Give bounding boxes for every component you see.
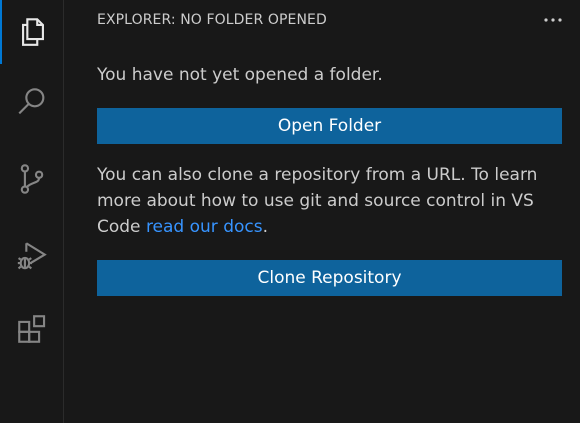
activity-run-debug[interactable] — [0, 224, 64, 288]
read-our-docs-link[interactable]: read our docs — [146, 217, 263, 237]
clone-message-period: . — [262, 217, 268, 237]
extensions-icon — [18, 315, 46, 343]
sidebar-header: EXPLORER: NO FOLDER OPENED — [64, 0, 580, 40]
no-folder-message: You have not yet opened a folder. — [97, 65, 383, 85]
clone-repository-button[interactable]: Clone Repository — [97, 260, 562, 296]
run-debug-icon — [17, 242, 47, 270]
welcome-view: You have not yet opened a folder. Open F… — [97, 62, 562, 296]
activity-search[interactable] — [0, 70, 64, 134]
activity-bar — [0, 0, 64, 423]
open-folder-button[interactable]: Open Folder — [97, 108, 562, 144]
clone-message: You can also clone a repository from a U… — [97, 162, 562, 240]
explorer-sidebar: EXPLORER: NO FOLDER OPENED You have not … — [64, 0, 580, 423]
ellipsis-icon[interactable] — [542, 11, 564, 29]
activity-explorer[interactable] — [0, 0, 64, 64]
vscode-window: EXPLORER: NO FOLDER OPENED You have not … — [0, 0, 580, 423]
source-control-icon — [20, 164, 44, 194]
activity-extensions[interactable] — [0, 297, 64, 361]
activity-source-control[interactable] — [0, 147, 64, 211]
sidebar-title: EXPLORER: NO FOLDER OPENED — [97, 12, 327, 28]
files-icon — [22, 18, 44, 46]
search-icon — [18, 88, 45, 115]
